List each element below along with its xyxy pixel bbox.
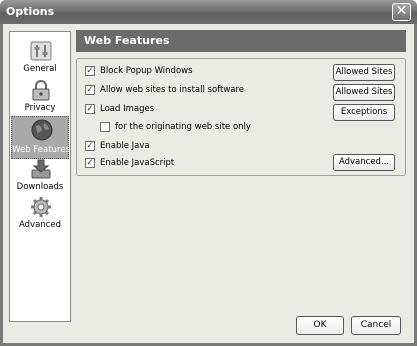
originating-site-label: for the originating web site only (115, 122, 251, 132)
sidebar-item-label: Downloads (16, 182, 64, 192)
enable-javascript-label: Enable JavaScript (100, 158, 175, 168)
dialog-body: General Privacy Web Features Downloads A… (3, 24, 414, 343)
sidebar-item-label: Privacy (24, 103, 56, 113)
sidebar-item-web-features[interactable]: Web Features (11, 116, 70, 159)
downloads-icon (31, 159, 51, 179)
title-bar[interactable]: Options ✕ (0, 0, 417, 24)
sidebar-item-label: General (23, 64, 57, 74)
enable-javascript-checkbox[interactable]: ✓ (85, 158, 95, 168)
general-icon (30, 41, 52, 61)
sidebar-item-label: Advanced (19, 220, 61, 230)
enable-java-checkbox[interactable]: ✓ (85, 141, 95, 151)
originating-site-checkbox[interactable] (100, 122, 110, 132)
window-title: Options (6, 5, 55, 18)
allow-install-checkbox[interactable]: ✓ (85, 85, 95, 95)
sidebar-item-label: Web Features (12, 145, 70, 155)
panel-header: Web Features (76, 30, 406, 52)
close-button[interactable]: ✕ (392, 3, 411, 21)
sidebar-item-downloads[interactable]: Downloads (11, 156, 69, 196)
cancel-button[interactable]: Cancel (351, 316, 401, 335)
block-popups-checkbox[interactable]: ✓ (85, 66, 95, 76)
web-features-group: ✓ Block Popup Windows Allowed Sites ✓ Al… (76, 58, 406, 176)
enable-java-label: Enable Java (100, 141, 150, 151)
category-sidebar: General Privacy Web Features Downloads A… (9, 31, 71, 322)
allow-install-label: Allow web sites to install software (100, 85, 245, 95)
allowed-sites-install-button[interactable]: Allowed Sites (333, 84, 395, 101)
load-images-label: Load Images (100, 104, 155, 114)
options-window: Options ✕ General Privacy Web Features D… (0, 0, 417, 346)
ok-button[interactable]: OK (296, 316, 344, 335)
advanced-button[interactable]: Advanced... (333, 154, 395, 171)
globe-icon (31, 119, 53, 141)
load-images-checkbox[interactable]: ✓ (85, 104, 95, 114)
gear-icon (31, 197, 51, 217)
exceptions-button[interactable]: Exceptions (333, 104, 395, 121)
block-popups-label: Block Popup Windows (100, 66, 193, 76)
allowed-sites-popup-button[interactable]: Allowed Sites (333, 64, 395, 81)
sidebar-item-advanced[interactable]: Advanced (11, 194, 69, 234)
sidebar-item-general[interactable]: General (11, 38, 69, 78)
lock-icon (32, 80, 50, 101)
panel-title: Web Features (84, 34, 170, 47)
sidebar-item-privacy[interactable]: Privacy (11, 77, 69, 117)
